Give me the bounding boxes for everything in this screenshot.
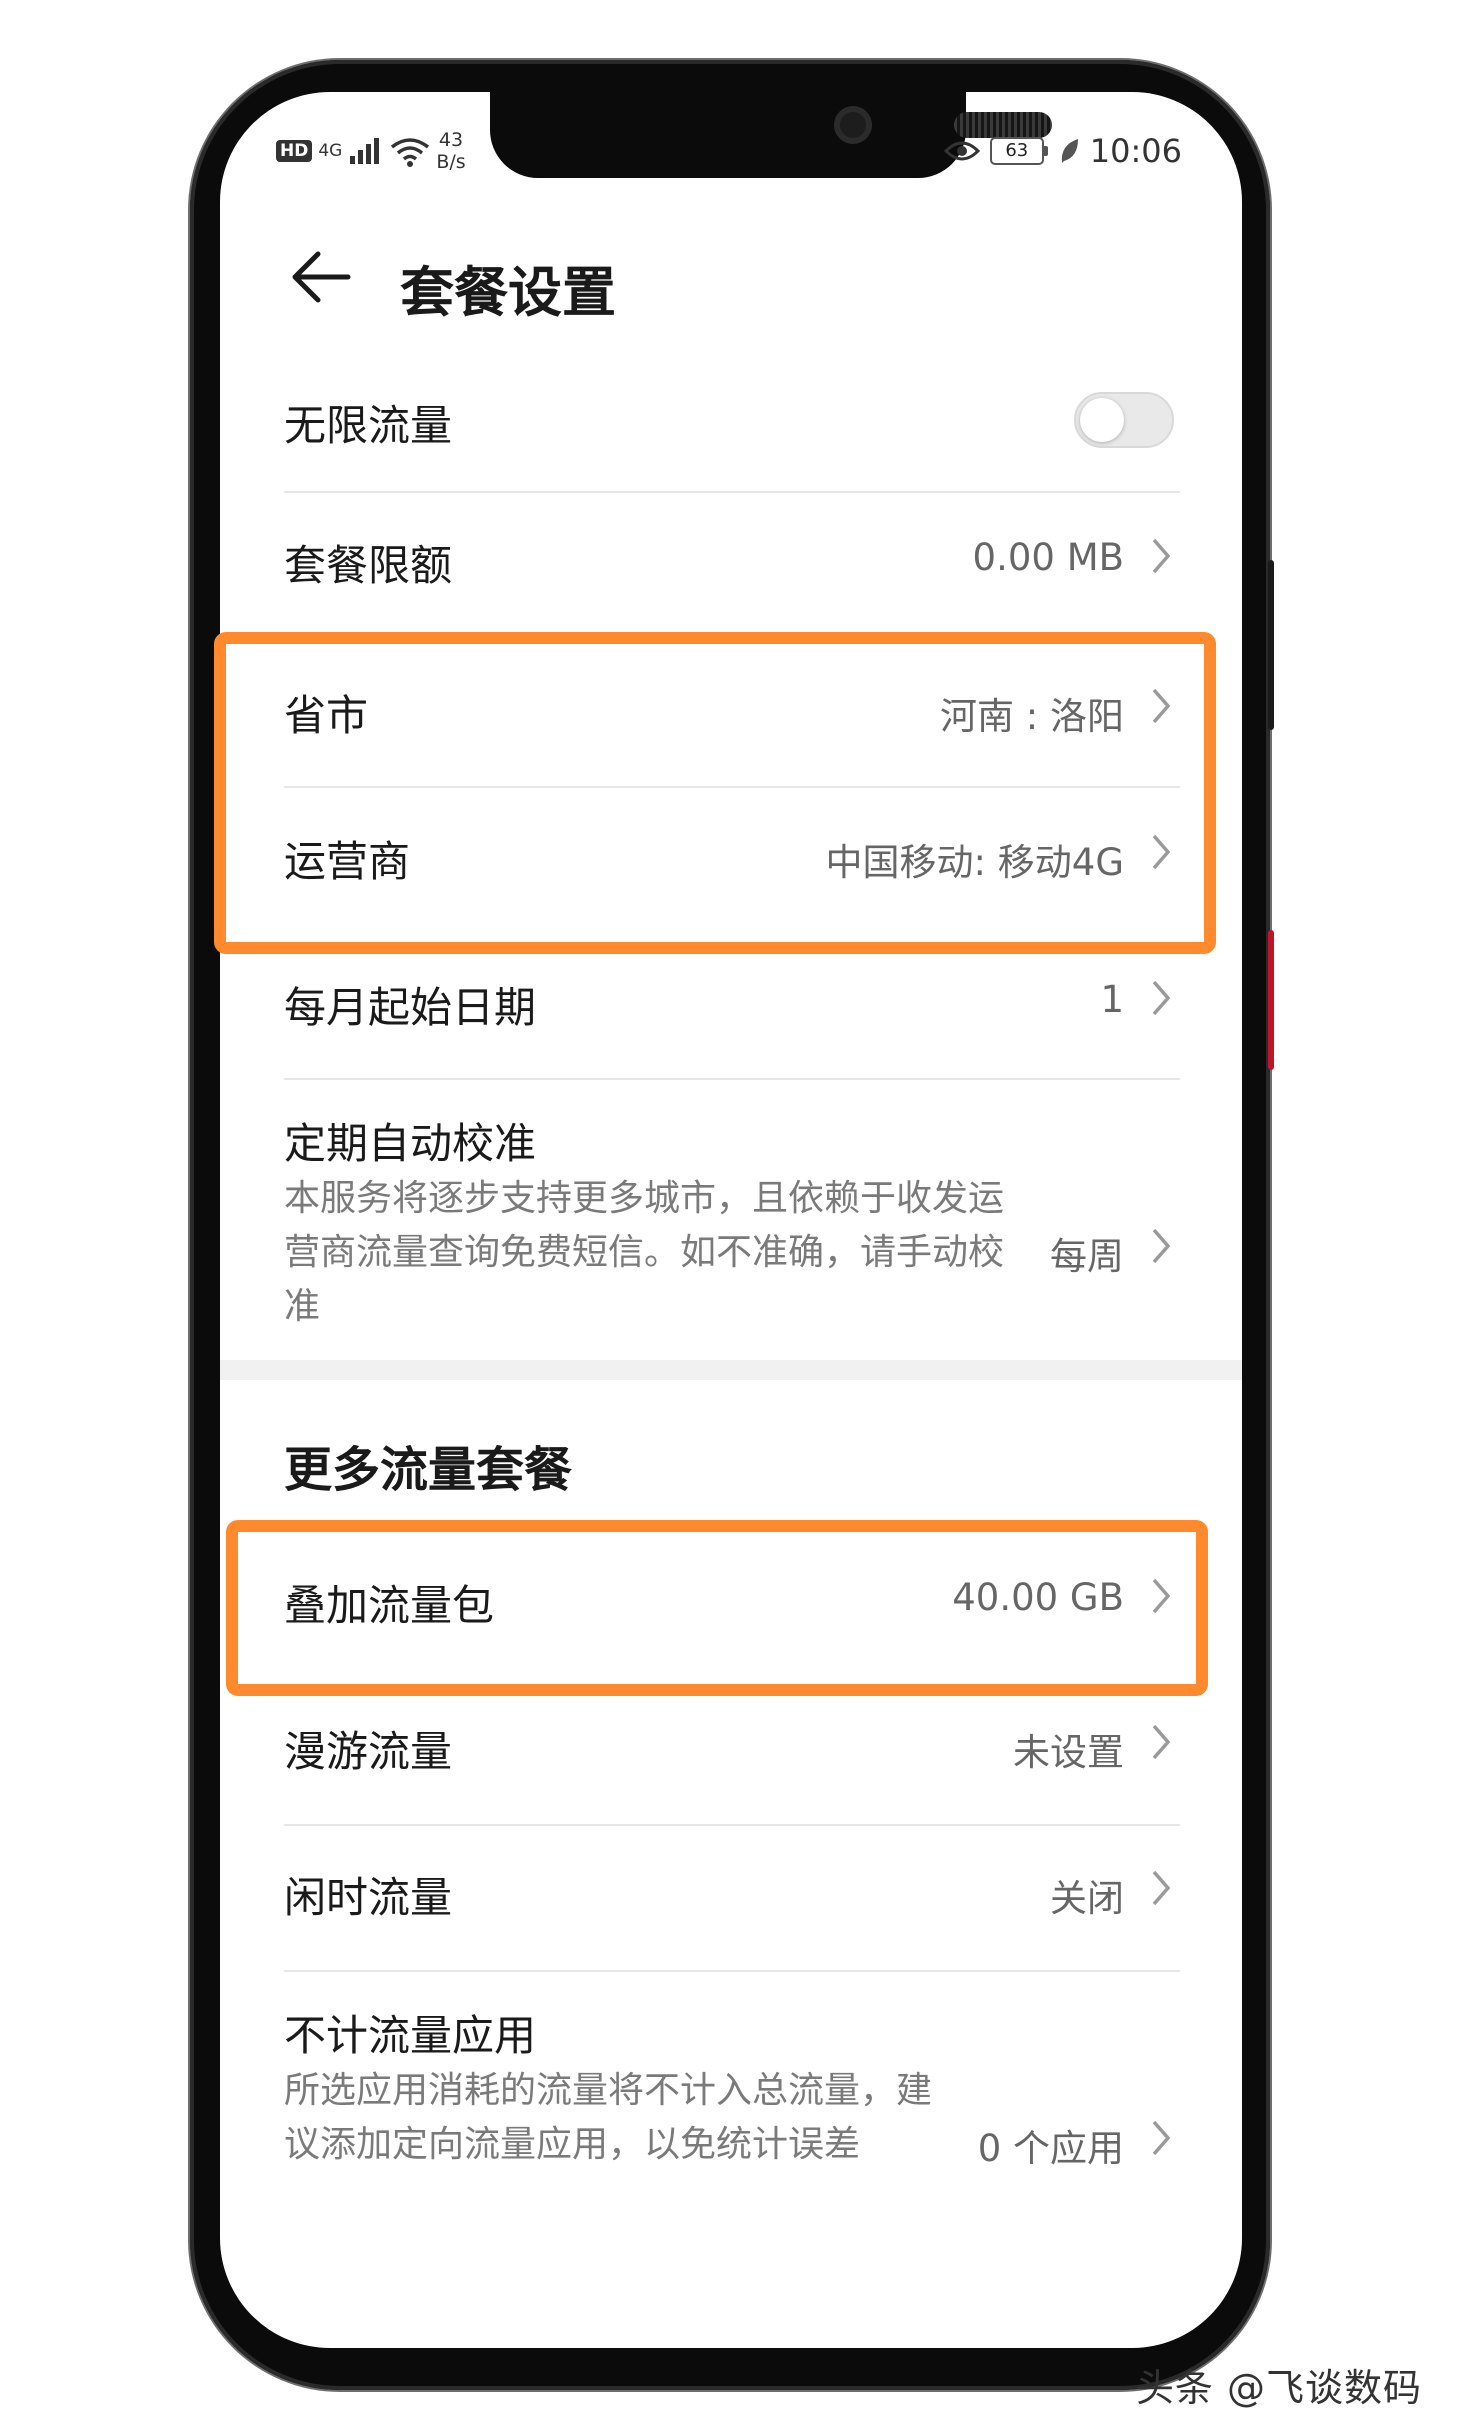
row-label: 不计流量应用 [284, 2011, 537, 2060]
front-camera [834, 106, 872, 144]
chevron-right-icon [1152, 1228, 1171, 1264]
row-label: 漫游流量 [284, 1727, 453, 1776]
volume-button [1268, 560, 1274, 730]
header: 套餐设置 [220, 222, 1242, 342]
hd-badge: HD [276, 140, 313, 162]
row-idle-traffic[interactable]: 闲时流量 关闭 [284, 1844, 1184, 1954]
row-quota[interactable]: 套餐限额 0.00 MB [284, 512, 1184, 622]
network-type: 4G [318, 141, 343, 161]
watermark: 头条 @飞谈数码 [1135, 2366, 1422, 2410]
section-title: 更多流量套餐 [284, 1442, 573, 1498]
leaf-icon [1061, 139, 1078, 163]
row-province[interactable]: 省市 河南 : 洛阳 [284, 662, 1184, 772]
divider [284, 1078, 1180, 1080]
wifi-icon [391, 138, 430, 167]
battery-level: 63 [989, 137, 1044, 165]
chevron-right-icon [1152, 2120, 1171, 2156]
row-label: 叠加流量包 [284, 1581, 495, 1630]
net-speed: 43 B/s [436, 129, 465, 173]
battery-indicator: 63 [989, 137, 1048, 165]
row-start-date[interactable]: 每月起始日期 1 [284, 954, 1184, 1064]
divider [284, 1970, 1180, 1972]
unlimited-toggle[interactable] [1074, 392, 1174, 448]
screen: HD 4G 43 B/s 63 10:06 套餐设置 无限流量 套餐限额 0.0… [220, 92, 1242, 2348]
chevron-right-icon [1152, 1724, 1171, 1760]
start-date-value: 1 [1100, 978, 1124, 1021]
exempt-value: 0 个应用 [977, 2127, 1124, 2170]
addon-value: 40.00 GB [952, 1576, 1124, 1619]
chevron-right-icon [1152, 1578, 1171, 1614]
carrier-value: 中国移动: 移动4G [825, 841, 1124, 884]
row-addon-package[interactable]: 叠加流量包 40.00 GB [284, 1552, 1184, 1662]
eye-comfort-icon [943, 141, 980, 161]
row-label: 套餐限额 [284, 541, 453, 590]
signal-icon [350, 138, 380, 164]
row-label: 每月起始日期 [284, 983, 537, 1032]
auto-calibrate-value: 每周 [1050, 1235, 1124, 1278]
row-label: 闲时流量 [284, 1873, 453, 1922]
divider [284, 786, 1180, 788]
chevron-right-icon [1152, 834, 1171, 870]
row-label: 无限流量 [284, 401, 453, 450]
row-carrier[interactable]: 运营商 中国移动: 移动4G [284, 808, 1184, 918]
back-arrow-icon[interactable] [286, 242, 356, 312]
page-title: 套餐设置 [400, 261, 616, 324]
row-roaming[interactable]: 漫游流量 未设置 [284, 1698, 1184, 1808]
row-label: 省市 [284, 691, 369, 740]
row-label: 运营商 [284, 837, 411, 886]
province-value: 河南 : 洛阳 [940, 695, 1124, 738]
toggle-knob [1080, 398, 1124, 442]
status-right: 63 10:06 [943, 126, 1182, 176]
quota-value: 0.00 MB [972, 536, 1124, 579]
roaming-value: 未设置 [1013, 1731, 1124, 1774]
row-description: 所选应用消耗的流量将不计入总流量，建议添加定向流量应用，以免统计误差 [284, 2070, 933, 2165]
row-unlimited[interactable]: 无限流量 [284, 372, 1184, 472]
status-left: HD 4G 43 B/s [276, 126, 466, 176]
idle-value: 关闭 [1050, 1877, 1124, 1920]
notch [490, 92, 1052, 178]
divider [284, 491, 1180, 493]
net-speed-value: 43 [438, 129, 464, 151]
row-description: 本服务将逐步支持更多城市，且依赖于收发运营商流量查询免费短信。如不准确，请手动校… [284, 1178, 1005, 1327]
chevron-right-icon [1152, 1870, 1171, 1906]
row-label: 定期自动校准 [284, 1119, 537, 1168]
clock: 10:06 [1089, 132, 1182, 170]
battery-tip [1043, 146, 1048, 156]
power-button [1268, 930, 1274, 1070]
row-exempt-apps[interactable]: 不计流量应用 所选应用消耗的流量将不计入总流量，建议添加定向流量应用，以免统计误… [284, 1984, 1184, 2314]
chevron-right-icon [1152, 980, 1171, 1016]
chevron-right-icon [1152, 538, 1171, 574]
section-gap [220, 1360, 1242, 1380]
net-speed-unit: B/s [436, 151, 466, 173]
chevron-right-icon [1152, 688, 1171, 724]
divider [284, 1824, 1180, 1826]
